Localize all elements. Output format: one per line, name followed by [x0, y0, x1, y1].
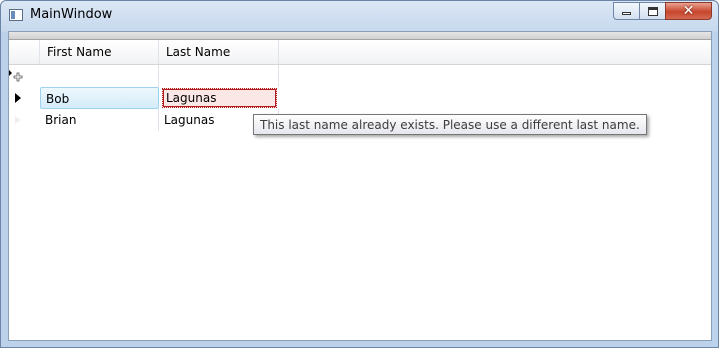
maximize-icon	[647, 6, 658, 16]
horizontal-scrollbar[interactable]	[9, 32, 711, 40]
app-icon[interactable]	[9, 9, 23, 21]
plus-icon	[9, 70, 23, 82]
main-window: MainWindow ✕ First Name Last Name Bob La…	[0, 0, 719, 348]
right-triangle-icon	[15, 93, 21, 103]
close-button[interactable]: ✕	[665, 2, 712, 20]
validation-tooltip: This last name already exists. Please us…	[253, 114, 647, 135]
grid-cell[interactable]	[40, 65, 159, 87]
row-header-corner[interactable]	[9, 40, 40, 64]
row-indicator-icon	[15, 116, 20, 124]
minimize-button[interactable]	[613, 2, 640, 20]
title-bar[interactable]: MainWindow ✕	[1, 1, 718, 31]
grid-cell[interactable]	[159, 65, 279, 87]
row-header[interactable]	[9, 109, 39, 131]
grid-cell-first-name[interactable]: Brian	[40, 109, 159, 131]
close-icon: ✕	[682, 3, 695, 19]
column-header-row: First Name Last Name	[9, 40, 711, 65]
minimize-icon	[622, 12, 631, 15]
maximize-button[interactable]	[639, 2, 666, 20]
column-header-first-name[interactable]: First Name	[40, 40, 159, 64]
column-header-last-name[interactable]: Last Name	[159, 40, 279, 64]
row-header[interactable]	[9, 65, 39, 87]
last-name-edit-field[interactable]: Lagunas	[162, 88, 277, 108]
new-item-row[interactable]	[9, 65, 279, 87]
table-row[interactable]: Brian Lagunas	[9, 109, 279, 131]
row-header[interactable]	[9, 87, 39, 109]
window-title: MainWindow	[30, 7, 113, 22]
grid-cell-first-name[interactable]: Bob	[40, 87, 159, 109]
data-grid: First Name Last Name Bob Lagunas Brian L…	[8, 31, 712, 341]
table-row[interactable]: Bob Lagunas	[9, 87, 279, 109]
